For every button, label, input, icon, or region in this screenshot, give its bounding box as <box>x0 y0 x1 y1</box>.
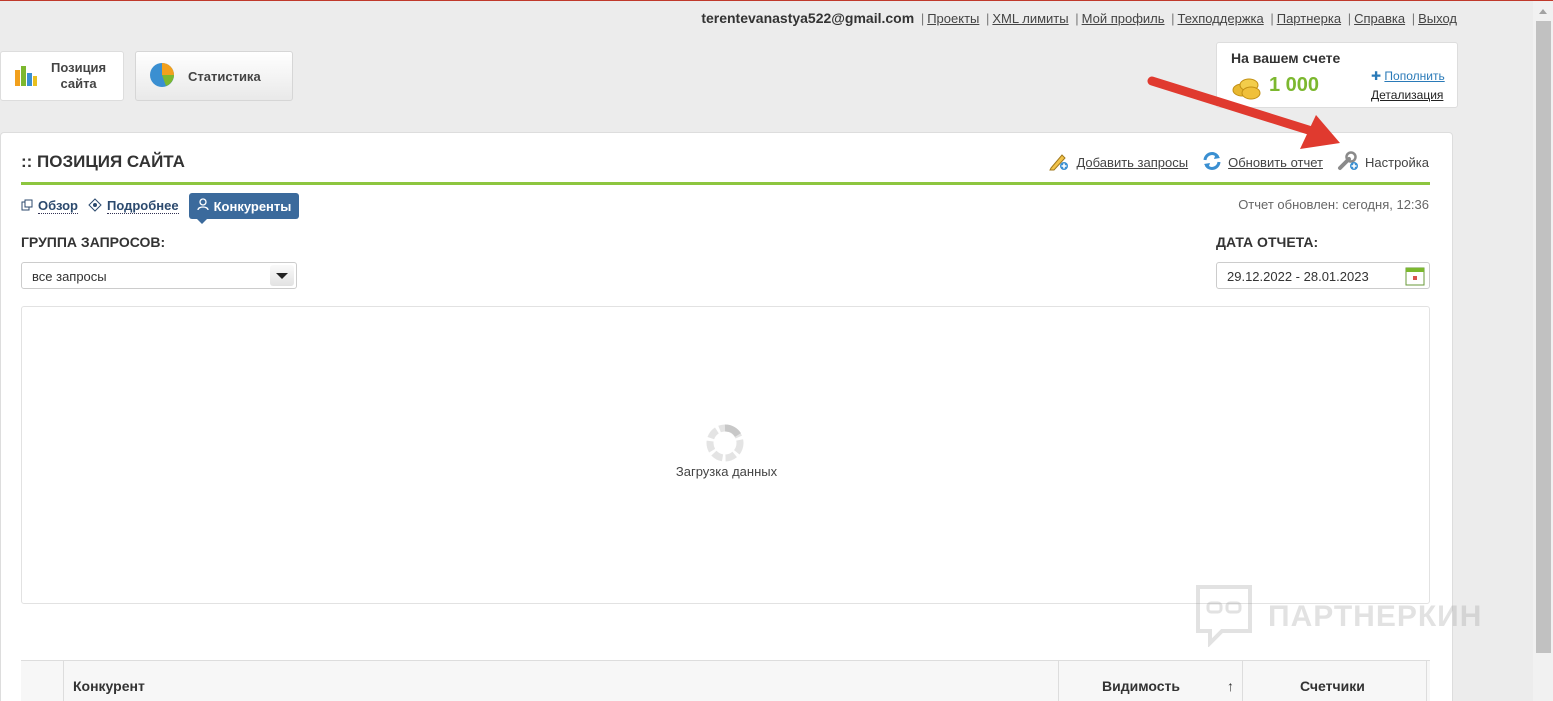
column-competitor-label: Конкурент <box>73 678 145 694</box>
column-visibility[interactable]: Видимость ↑ <box>1058 661 1242 701</box>
user-email: terentevanastya522@gmail.com <box>701 10 915 26</box>
link-support[interactable]: Техподдержка <box>1178 11 1264 26</box>
nav-tab-statistics[interactable]: Статистика <box>135 51 293 101</box>
sort-arrow-icon[interactable]: ↑ <box>1227 678 1234 694</box>
nav-tab-statistics-label: Статистика <box>188 68 261 84</box>
report-date-label: ДАТА ОТЧЕТА: <box>1216 234 1319 250</box>
page-title: :: ПОЗИЦИЯ САЙТА <box>21 152 185 171</box>
report-date-value: 29.12.2022 - 28.01.2023 <box>1227 269 1369 284</box>
scroll-up-icon[interactable] <box>1539 9 1547 14</box>
tab-overview-label: Обзор <box>38 198 78 214</box>
details-icon <box>88 197 102 215</box>
topup-link[interactable]: Пополнить <box>1384 69 1444 83</box>
query-group-value: все запросы <box>32 269 107 284</box>
watermark: ПАРТНЕРКИН <box>1194 583 1482 650</box>
nav-tab-label-line1: Позиция <box>51 60 107 75</box>
calendar-icon[interactable] <box>1405 266 1425 289</box>
settings-label: Настройка <box>1365 155 1429 170</box>
details-link[interactable]: Детализация <box>1371 88 1443 102</box>
chevron-down-icon[interactable] <box>270 265 294 286</box>
annotation-arrow-icon <box>1147 76 1340 149</box>
watermark-text: ПАРТНЕРКИН <box>1268 599 1483 633</box>
pie-chart-icon <box>148 61 176 92</box>
link-partners[interactable]: Партнерка <box>1277 11 1341 26</box>
top-bar: terentevanastya522@gmail.com | Проекты | X… <box>701 10 1457 26</box>
tab-competitors-label: Конкуренты <box>213 198 292 214</box>
bar-chart-icon <box>13 62 39 91</box>
plus-icon: ✚ <box>1371 69 1382 83</box>
chart-area: Загрузка данных <box>21 306 1430 604</box>
column-counters-label: Счетчики <box>1300 678 1365 694</box>
link-xml-limits[interactable]: XML лимиты <box>992 11 1068 26</box>
balance-title: На вашем счете <box>1231 50 1341 66</box>
column-competitor[interactable]: Конкурент <box>63 661 1058 701</box>
link-help[interactable]: Справка <box>1354 11 1405 26</box>
tab-details-label: Подробнее <box>107 198 179 214</box>
watermark-logo-icon <box>1194 583 1254 650</box>
scrollbar-thumb[interactable] <box>1536 21 1551 653</box>
loading-spinner-icon <box>705 423 745 466</box>
column-visibility-label: Видимость <box>1102 678 1180 694</box>
competitors-table-header: Конкурент Видимость ↑ Счетчики <box>21 660 1430 701</box>
column-counters[interactable]: Счетчики <box>1242 661 1427 701</box>
link-logout[interactable]: Выход <box>1418 11 1457 26</box>
tab-competitors[interactable]: Конкуренты <box>188 193 300 224</box>
report-date-field[interactable]: 29.12.2022 - 28.01.2023 <box>1216 262 1430 289</box>
sub-tabs: Обзор Подробнее Конкуренты <box>21 193 300 224</box>
link-my-profile[interactable]: Мой профиль <box>1082 11 1165 26</box>
nav-tab-site-position[interactable]: Позиция сайта <box>0 51 124 101</box>
loading-text: Загрузка данных <box>675 464 778 479</box>
query-group-label: ГРУППА ЗАПРОСОВ: <box>21 234 166 250</box>
tab-details[interactable]: Подробнее <box>88 197 179 215</box>
nav-tab-label-line2: сайта <box>60 76 97 91</box>
tab-overview[interactable]: Обзор <box>21 198 78 214</box>
query-group-select[interactable]: все запросы <box>21 262 297 289</box>
scrollbar[interactable] <box>1533 1 1553 701</box>
overview-icon <box>21 199 33 214</box>
report-updated-text: Отчет обновлен: сегодня, 12:36 <box>1238 197 1429 212</box>
user-icon <box>196 198 209 214</box>
link-projects[interactable]: Проекты <box>927 11 979 26</box>
pencil-add-icon <box>1048 151 1070 174</box>
divider <box>21 182 1430 185</box>
